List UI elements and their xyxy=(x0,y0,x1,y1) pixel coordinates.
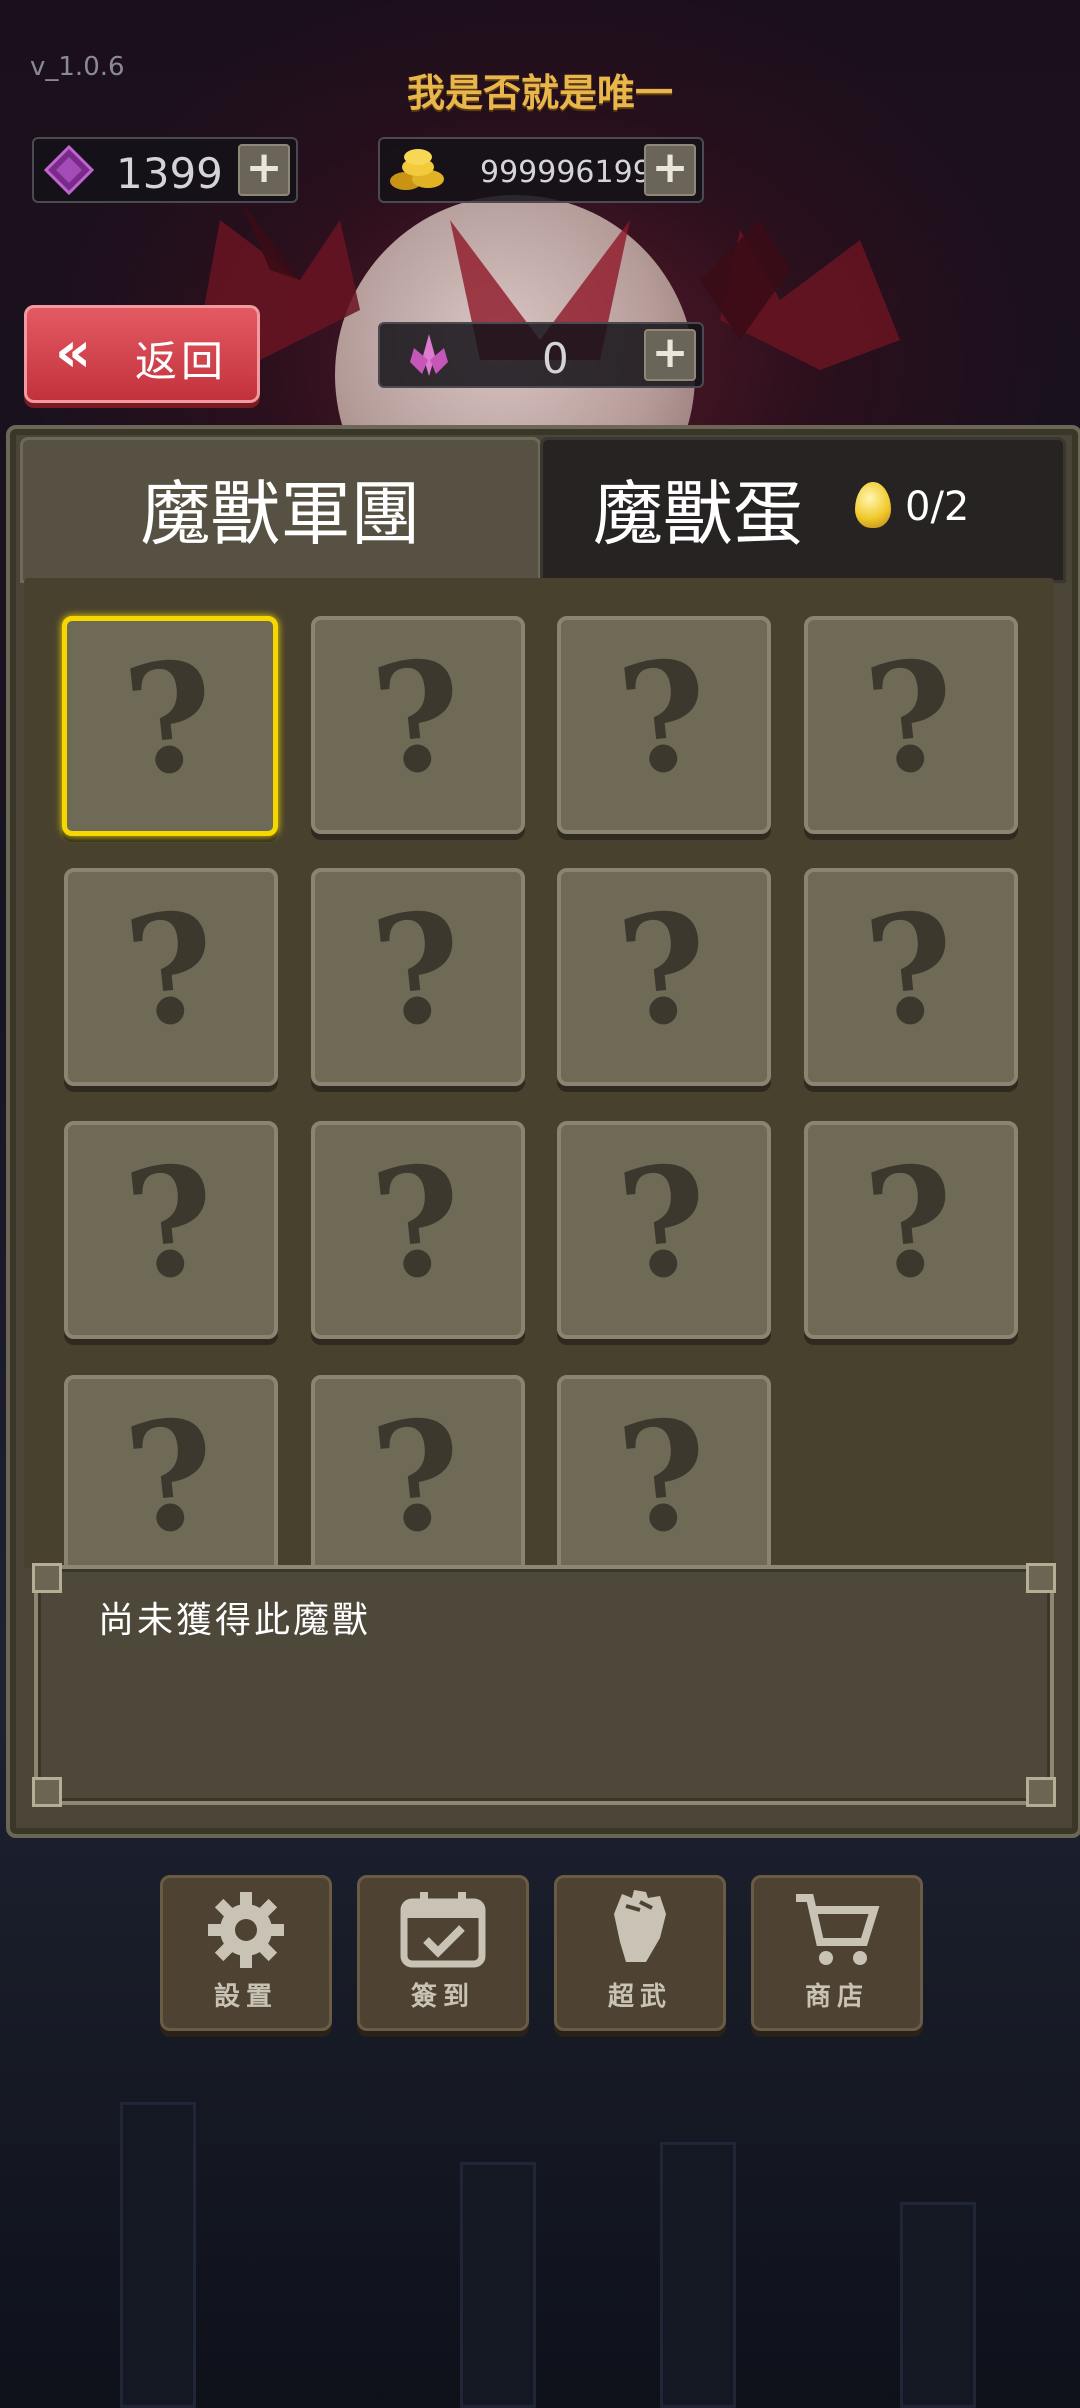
double-chevron-left-icon: « xyxy=(55,320,92,385)
unknown-monster-icon: ? xyxy=(118,1384,224,1568)
unknown-monster-icon: ? xyxy=(365,1384,471,1568)
unknown-monster-icon: ? xyxy=(858,1130,964,1316)
fist-icon xyxy=(614,1890,666,1962)
calendar-check-icon xyxy=(400,1892,486,1968)
gold-resource: 999996199 + xyxy=(378,137,704,203)
gear-icon xyxy=(208,1892,284,1968)
checkin-label: 簽到 xyxy=(410,1982,475,2012)
gate-pillar xyxy=(120,2102,196,2408)
egg-count: 0/2 xyxy=(905,484,970,530)
gold-count: 999996199 xyxy=(480,155,652,190)
monster-slot[interactable]: ? xyxy=(804,868,1018,1086)
shop-label: 商店 xyxy=(804,1982,869,2012)
monster-slot[interactable]: ? xyxy=(64,1375,278,1568)
gem-count: 1399 xyxy=(116,149,223,198)
tab-monster-eggs-label: 魔獸蛋 xyxy=(593,473,803,555)
frame-corner xyxy=(1026,1777,1056,1807)
unknown-monster-icon: ? xyxy=(858,625,964,811)
unknown-monster-icon: ? xyxy=(858,877,964,1063)
gold-coins-icon xyxy=(390,149,444,190)
monster-slot[interactable]: ? xyxy=(557,616,771,834)
add-gold-button[interactable]: + xyxy=(644,144,696,196)
monster-slot[interactable]: ? xyxy=(557,868,771,1086)
gate-pillar xyxy=(660,2142,736,2408)
monster-description-box: 尚未獲得此魔獸 xyxy=(32,1563,1056,1807)
unknown-monster-icon: ? xyxy=(611,625,717,811)
unknown-monster-icon: ? xyxy=(365,625,471,811)
frame-corner xyxy=(32,1563,62,1593)
monster-slot[interactable]: ? xyxy=(64,868,278,1086)
unknown-monster-icon: ? xyxy=(611,1384,717,1568)
monster-slot[interactable]: ? xyxy=(311,1121,525,1339)
crystal-count: 0 xyxy=(542,334,569,383)
tab-monster-eggs[interactable]: 魔獸蛋 0/2 xyxy=(540,437,1066,583)
monster-slot[interactable]: ? xyxy=(557,1121,771,1339)
monster-slot[interactable]: ? xyxy=(62,616,278,836)
checkin-button[interactable]: 簽到 xyxy=(357,1875,529,2031)
unknown-monster-icon: ? xyxy=(117,626,223,812)
frame-corner xyxy=(1026,1563,1056,1593)
settings-label: 設置 xyxy=(213,1982,278,2012)
crystal-resource: 0 + xyxy=(378,322,704,388)
unknown-monster-icon: ? xyxy=(118,1130,224,1316)
unknown-monster-icon: ? xyxy=(365,1130,471,1316)
shop-button[interactable]: 商店 xyxy=(751,1875,923,2031)
gate-pillar xyxy=(460,2162,536,2408)
gate-pillar xyxy=(900,2202,976,2408)
unknown-monster-icon: ? xyxy=(118,877,224,1063)
monster-slot[interactable]: ? xyxy=(804,616,1018,834)
settings-button[interactable]: 設置 xyxy=(160,1875,332,2031)
add-gems-button[interactable]: + xyxy=(238,144,290,196)
game-title: 我是否就是唯一 xyxy=(406,70,673,115)
super-weapon-button[interactable]: 超武 xyxy=(554,1875,726,2031)
super-weapon-label: 超武 xyxy=(607,1982,672,2012)
egg-icon xyxy=(855,482,891,528)
add-crystals-button[interactable]: + xyxy=(644,329,696,381)
gem-icon xyxy=(43,144,95,196)
monster-slot[interactable]: ? xyxy=(557,1375,771,1568)
frame-corner xyxy=(32,1777,62,1807)
monster-slot[interactable]: ? xyxy=(311,868,525,1086)
unknown-monster-icon: ? xyxy=(611,1130,717,1316)
monster-slot[interactable]: ? xyxy=(311,616,525,834)
back-button[interactable]: « 返回 xyxy=(24,305,260,403)
back-button-label: 返回 xyxy=(135,337,228,386)
monster-description-text: 尚未獲得此魔獸 xyxy=(98,1600,372,1641)
tab-monster-army-label: 魔獸軍團 xyxy=(140,473,421,555)
unknown-monster-icon: ? xyxy=(611,877,717,1063)
crystal-icon xyxy=(410,334,448,376)
gem-resource: 1399 + xyxy=(32,137,298,203)
monster-grid: ? ? ? ? ? ? ? ? ? ? ? ? ? ? ? xyxy=(24,578,1054,1568)
monster-slot[interactable]: ? xyxy=(804,1121,1018,1339)
tab-monster-army[interactable]: 魔獸軍團 xyxy=(20,437,541,583)
unknown-monster-icon: ? xyxy=(365,877,471,1063)
monster-slot[interactable]: ? xyxy=(64,1121,278,1339)
cart-icon xyxy=(796,1894,880,1965)
monster-slot[interactable]: ? xyxy=(311,1375,525,1568)
